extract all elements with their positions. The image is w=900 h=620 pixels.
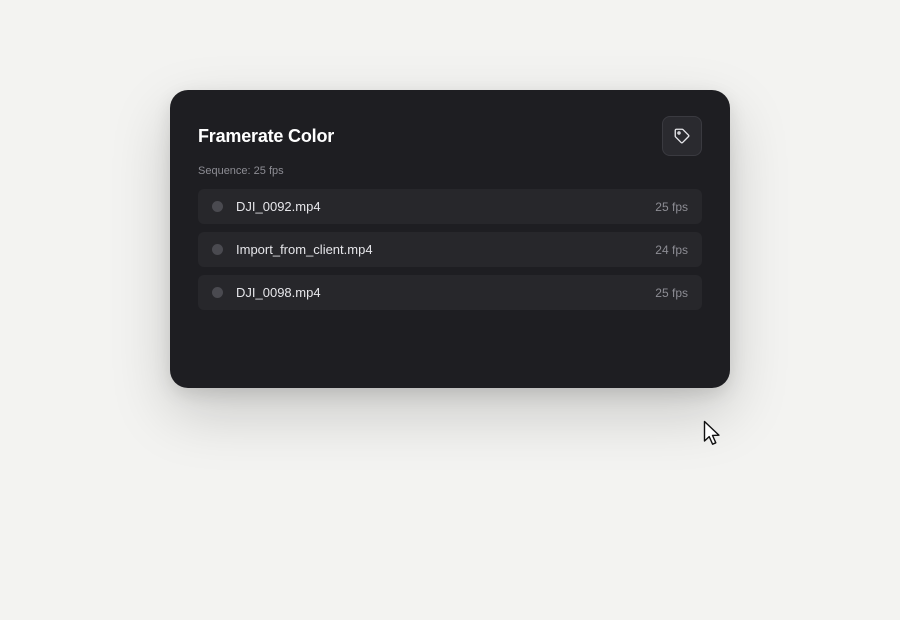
mouse-cursor-icon <box>703 420 720 445</box>
sequence-framerate-label: Sequence: 25 fps <box>198 165 284 177</box>
panel-title: Framerate Color <box>198 126 335 146</box>
clip-fps: 24 fps <box>655 243 688 257</box>
clip-name: DJI_0092.mp4 <box>236 199 321 214</box>
framerate-color-panel: Framerate Color Sequence: 25 fps DJI_009… <box>170 90 730 388</box>
clip-row[interactable]: DJI_0092.mp4 25 fps <box>198 189 702 224</box>
clip-name: Import_from_client.mp4 <box>236 242 373 257</box>
clip-list: DJI_0092.mp4 25 fps Import_from_client.m… <box>198 189 702 318</box>
clip-row[interactable]: DJI_0098.mp4 25 fps <box>198 275 702 310</box>
tag-button[interactable] <box>662 116 702 156</box>
panel-header: Framerate Color <box>198 116 702 156</box>
clip-row[interactable]: Import_from_client.mp4 24 fps <box>198 232 702 267</box>
stage: Framerate Color Sequence: 25 fps DJI_009… <box>0 0 900 620</box>
clip-fps: 25 fps <box>655 200 688 214</box>
color-dot-icon <box>212 244 223 255</box>
clip-name: DJI_0098.mp4 <box>236 285 321 300</box>
color-dot-icon <box>212 201 223 212</box>
tag-icon <box>674 128 690 144</box>
color-dot-icon <box>212 287 223 298</box>
clip-fps: 25 fps <box>655 286 688 300</box>
